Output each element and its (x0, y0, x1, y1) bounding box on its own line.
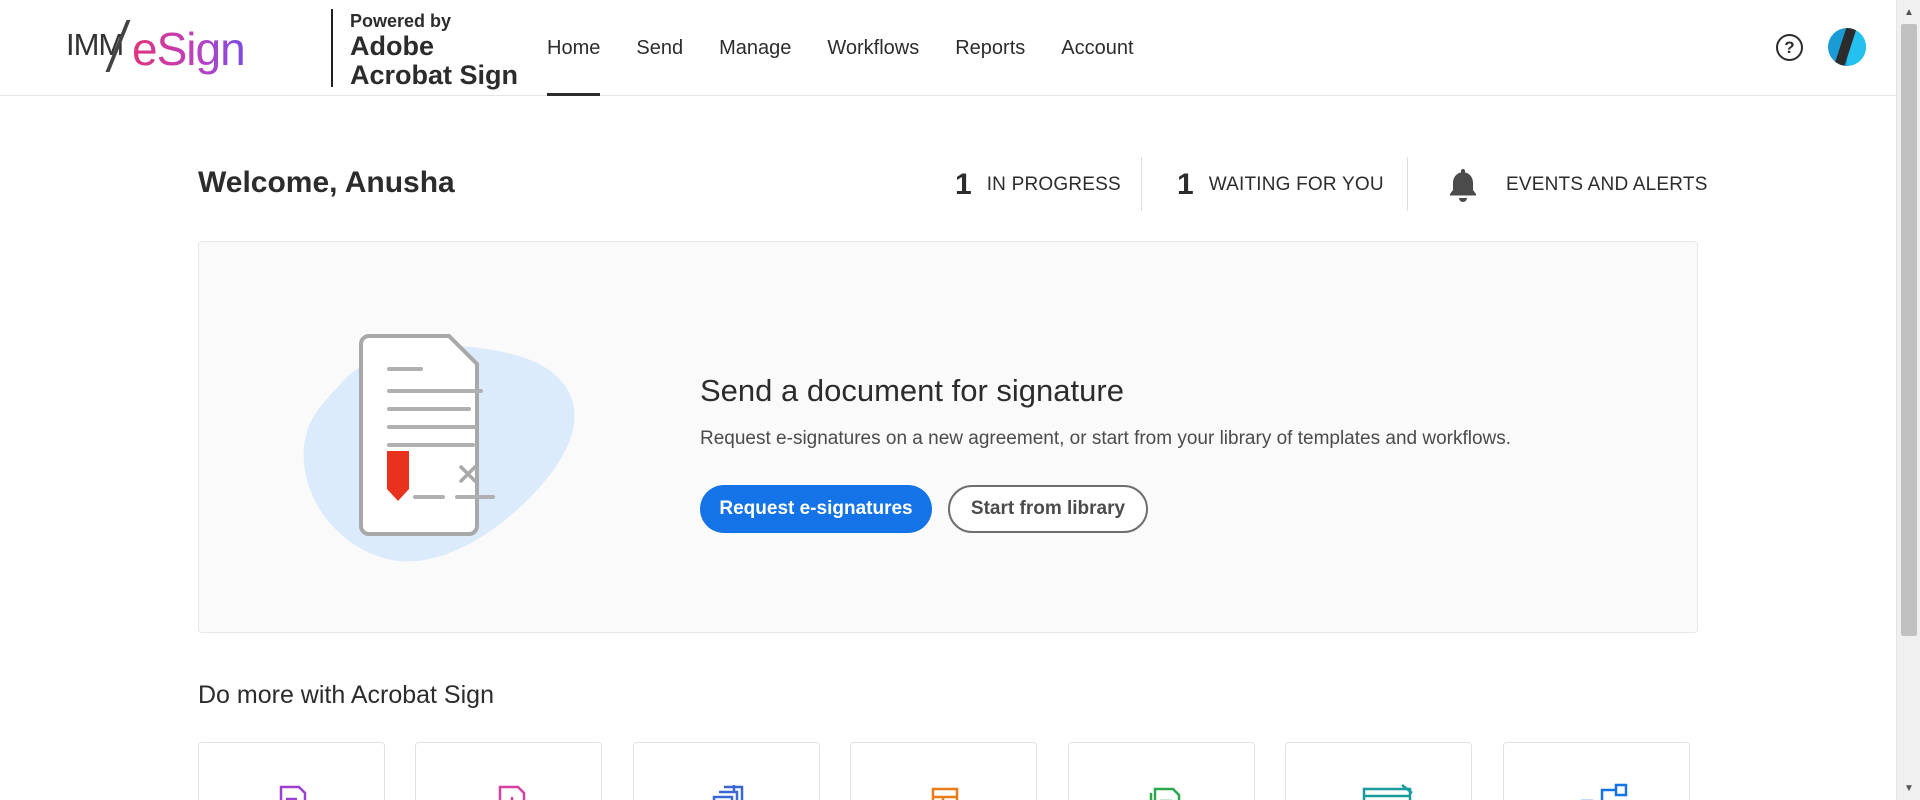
main-nav: Home Send Manage Workflows Reports Accou… (535, 0, 1158, 96)
hero-title: Send a document for signature (700, 373, 1124, 408)
logo-divider (331, 9, 333, 87)
help-symbol: ? (1784, 37, 1795, 57)
help-icon[interactable]: ? (1776, 34, 1803, 61)
nav-reports[interactable]: Reports (943, 0, 1037, 96)
tile-document[interactable] (1068, 742, 1255, 800)
fill-sign-icon (279, 785, 307, 800)
tile-publish-web-form[interactable] (415, 742, 602, 800)
imm-esign-logo[interactable]: IMM eSign (66, 20, 266, 76)
top-header: IMM eSign Powered by Adobe Acrobat Sign … (0, 0, 1896, 96)
tile-template[interactable] (850, 742, 1037, 800)
nav-send[interactable]: Send (624, 0, 695, 96)
user-avatar[interactable] (1828, 28, 1866, 66)
nav-manage[interactable]: Manage (707, 0, 803, 96)
request-e-signatures-button[interactable]: Request e-signatures (700, 485, 932, 533)
send-document-card: Send a document for signature Request e-… (198, 241, 1698, 633)
web-form-icon (1362, 784, 1413, 800)
tile-workflow[interactable] (1503, 742, 1690, 800)
in-progress-label: IN PROGRESS (986, 174, 1121, 195)
workflow-icon (1580, 783, 1628, 800)
scroll-down-arrow-icon[interactable]: ▼ (1897, 776, 1920, 800)
bulk-send-icon (712, 785, 744, 800)
tile-fill-sign[interactable] (198, 742, 385, 800)
waiting-count: 1 (1177, 168, 1194, 201)
powered-by-line3: Acrobat Sign (350, 60, 519, 91)
hero-subtitle: Request e-signatures on a new agreement,… (700, 428, 1512, 449)
stat-separator (1407, 157, 1408, 211)
start-from-library-button[interactable]: Start from library (948, 485, 1148, 533)
document-icon (1149, 787, 1181, 800)
document-signature-illustration (303, 334, 575, 562)
in-progress-count: 1 (955, 168, 972, 201)
stat-separator (1141, 157, 1142, 211)
powered-by-line2: Adobe (350, 30, 434, 61)
events-and-alerts-stat[interactable]: EVENTS AND ALERTS (1448, 160, 1708, 210)
powered-by-line1: Powered by (350, 11, 452, 31)
page-scrollbar[interactable]: ▲ ▼ (1896, 0, 1920, 800)
welcome-heading: Welcome, Anusha (198, 166, 455, 199)
publish-web-form-icon (498, 785, 526, 800)
in-progress-stat[interactable]: 1 IN PROGRESS (955, 160, 1121, 210)
tile-bulk-send[interactable] (633, 742, 820, 800)
powered-by-adobe-acrobat-sign: Powered by Adobe Acrobat Sign (350, 11, 519, 91)
template-icon (931, 787, 959, 800)
nav-home[interactable]: Home (535, 0, 612, 96)
nav-workflows[interactable]: Workflows (815, 0, 931, 96)
scroll-thumb[interactable] (1901, 24, 1917, 636)
waiting-label: WAITING FOR YOU (1208, 174, 1384, 195)
scroll-up-arrow-icon[interactable]: ▲ (1897, 0, 1920, 24)
waiting-for-you-stat[interactable]: 1 WAITING FOR YOU (1177, 160, 1384, 210)
do-more-heading: Do more with Acrobat Sign (198, 681, 494, 709)
logo-esign-text: eSign (132, 23, 246, 75)
bell-icon (1450, 169, 1476, 202)
events-label: EVENTS AND ALERTS (1506, 174, 1708, 195)
tile-web-form[interactable] (1285, 742, 1472, 800)
nav-account[interactable]: Account (1049, 0, 1145, 96)
